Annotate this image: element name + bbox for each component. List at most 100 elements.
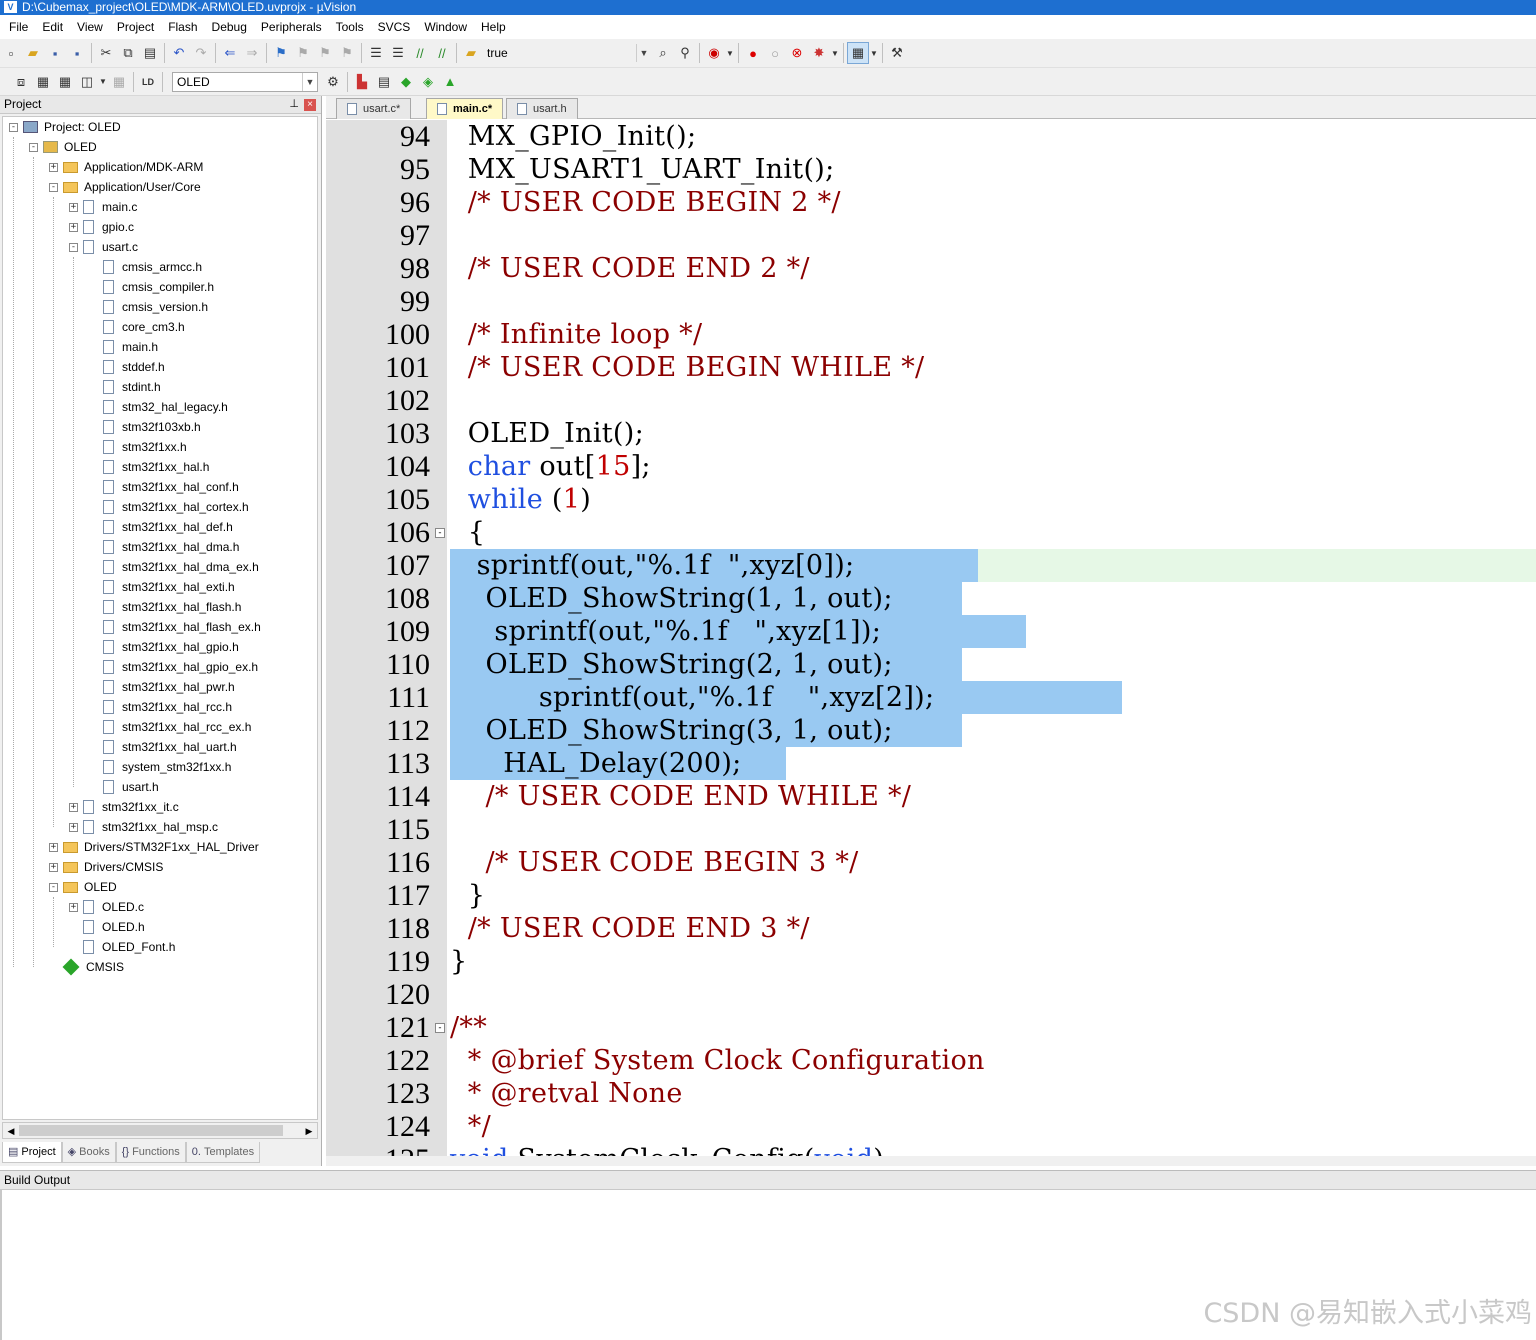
manage-rte-icon[interactable]: ◆ — [395, 71, 417, 93]
target-options-icon[interactable]: ⚙ — [322, 71, 344, 93]
tree-item[interactable]: stm32f103xb.h — [89, 417, 201, 437]
find-in-files-icon[interactable]: ▰ — [460, 42, 482, 64]
find-combo[interactable]: true ▼ — [482, 43, 652, 63]
tree-item[interactable]: + main.c — [69, 197, 137, 217]
fold-collapse-icon[interactable]: - — [435, 1023, 445, 1033]
menu-item-project[interactable]: Project — [110, 15, 161, 39]
event-recorder-icon[interactable]: ▲ — [439, 71, 461, 93]
uncomment-icon[interactable]: // — [431, 42, 453, 64]
tab-project[interactable]: ▤ Project — [2, 1142, 62, 1163]
batch-build-icon[interactable]: ◫ — [76, 71, 98, 93]
expand-icon[interactable]: + — [69, 822, 78, 832]
new-file-icon[interactable]: ▫ — [0, 42, 22, 64]
tree-item[interactable]: + stm32f1xx_it.c — [69, 797, 179, 817]
menu-item-view[interactable]: View — [70, 15, 110, 39]
tree-item[interactable]: stm32f1xx_hal_cortex.h — [89, 497, 249, 517]
tree-item[interactable]: system_stm32f1xx.h — [89, 757, 231, 777]
rebuild-icon[interactable]: ▦ — [54, 71, 76, 93]
download-load-icon[interactable]: LD — [137, 71, 159, 93]
collapse-icon[interactable]: - — [9, 122, 18, 132]
kill-breakpoints-icon[interactable]: ⊗ — [786, 42, 808, 64]
editor-tab-usartc[interactable]: usart.c* — [336, 98, 412, 119]
menu-item-tools[interactable]: Tools — [329, 15, 371, 39]
expand-icon[interactable]: + — [69, 802, 78, 812]
tree-item[interactable]: core_cm3.h — [89, 317, 185, 337]
tree-item[interactable]: OLED_Font.h — [69, 937, 175, 957]
tree-item[interactable]: stm32f1xx_hal.h — [89, 457, 209, 477]
translate-icon[interactable]: ⧈ — [10, 71, 32, 93]
bookmark-icon[interactable]: ⚑ — [270, 42, 292, 64]
tree-item[interactable]: stm32f1xx_hal_def.h — [89, 517, 233, 537]
chevron-down-icon[interactable]: ▼ — [830, 42, 840, 64]
pack-installer-icon[interactable]: ◈ — [417, 71, 439, 93]
fold-collapse-icon[interactable]: - — [435, 528, 445, 538]
find-icon[interactable]: ⌕ — [652, 42, 674, 64]
menu-item-edit[interactable]: Edit — [35, 15, 70, 39]
close-icon[interactable]: × — [304, 99, 316, 111]
menu-item-window[interactable]: Window — [417, 15, 474, 39]
tree-item[interactable]: + Application/MDK-ARM — [49, 157, 203, 177]
tree-item[interactable]: stm32f1xx_hal_rcc_ex.h — [89, 717, 251, 737]
tree-item[interactable]: stm32f1xx.h — [89, 437, 187, 457]
build-output-window[interactable]: CSDN @易知嵌入式小菜鸡 — [0, 1190, 1536, 1340]
chevron-down-icon[interactable]: ▼ — [636, 44, 651, 62]
menu-item-help[interactable]: Help — [474, 15, 513, 39]
expand-icon[interactable]: + — [49, 162, 58, 172]
indent-icon[interactable]: ☰ — [365, 42, 387, 64]
prev-bookmark-icon[interactable]: ⚑ — [292, 42, 314, 64]
comment-icon[interactable]: // — [409, 42, 431, 64]
select-packs-icon[interactable]: ▤ — [373, 71, 395, 93]
tree-item[interactable]: cmsis_armcc.h — [89, 257, 202, 277]
tree-item[interactable]: - Project: OLED — [9, 117, 121, 137]
chevron-down-icon[interactable]: ▼ — [725, 42, 735, 64]
menu-item-flash[interactable]: Flash — [161, 15, 204, 39]
editor-tab-usarth[interactable]: usart.h — [506, 98, 578, 119]
expand-icon[interactable]: + — [49, 862, 58, 872]
tree-item[interactable]: stddef.h — [89, 357, 165, 377]
target-select[interactable]: OLED ▼ — [172, 71, 318, 92]
tab-functions[interactable]: {} Functions — [115, 1142, 186, 1163]
unindent-icon[interactable]: ☰ — [387, 42, 409, 64]
tree-item[interactable]: stm32f1xx_hal_rcc.h — [89, 697, 232, 717]
expand-icon[interactable]: + — [69, 902, 78, 912]
tree-item[interactable]: - usart.c — [69, 237, 138, 257]
tree-item[interactable]: OLED.h — [69, 917, 145, 937]
tree-item[interactable]: + gpio.c — [69, 217, 134, 237]
menu-item-debug[interactable]: Debug — [205, 15, 254, 39]
tree-item[interactable]: stm32f1xx_hal_gpio.h — [89, 637, 239, 657]
save-icon[interactable]: ▪ — [44, 42, 66, 64]
navigate-forward-icon[interactable]: ⇒ — [241, 42, 263, 64]
stop-build-icon[interactable]: ▦ — [108, 71, 130, 93]
menu-item-file[interactable]: File — [2, 15, 35, 39]
configure-icon[interactable]: ✸ — [808, 42, 830, 64]
tree-item[interactable]: stm32f1xx_hal_exti.h — [89, 577, 235, 597]
tree-item[interactable]: + OLED.c — [69, 897, 144, 917]
tree-item[interactable]: stm32f1xx_hal_gpio_ex.h — [89, 657, 258, 677]
open-folder-icon[interactable]: ▰ — [22, 42, 44, 64]
expand-icon[interactable]: + — [69, 222, 78, 232]
tree-item[interactable]: stdint.h — [89, 377, 161, 397]
undo-icon[interactable]: ↶ — [168, 42, 190, 64]
tree-item[interactable]: stm32f1xx_hal_dma.h — [89, 537, 239, 557]
tree-item[interactable]: cmsis_version.h — [89, 297, 208, 317]
tree-item[interactable]: stm32f1xx_hal_conf.h — [89, 477, 239, 497]
tree-item[interactable]: stm32f1xx_hal_uart.h — [89, 737, 237, 757]
tree-item[interactable]: - Application/User/Core — [49, 177, 201, 197]
tree-item[interactable]: stm32f1xx_hal_flash_ex.h — [89, 617, 261, 637]
tree-item[interactable]: stm32_hal_legacy.h — [89, 397, 228, 417]
tree-item[interactable]: + Drivers/STM32F1xx_HAL_Driver — [49, 837, 259, 857]
tree-item[interactable]: + Drivers/CMSIS — [49, 857, 163, 877]
tree-item[interactable]: main.h — [89, 337, 158, 357]
tree-item[interactable]: stm32f1xx_hal_dma_ex.h — [89, 557, 259, 577]
tree-item[interactable]: usart.h — [89, 777, 159, 797]
scroll-right-icon[interactable]: ▶ — [302, 1124, 316, 1138]
cut-icon[interactable]: ✂ — [95, 42, 117, 64]
tree-item[interactable]: CMSIS — [49, 957, 124, 977]
incremental-find-icon[interactable]: ⚲ — [674, 42, 696, 64]
breakpoint-icon[interactable]: ● — [742, 42, 764, 64]
chevron-down-icon[interactable]: ▼ — [869, 42, 879, 64]
tree-item[interactable]: stm32f1xx_hal_pwr.h — [89, 677, 235, 697]
window-layout-icon[interactable]: ▦ — [847, 42, 869, 64]
save-all-icon[interactable]: ▪ — [66, 42, 88, 64]
options-wrench-icon[interactable]: ⚒ — [886, 42, 908, 64]
